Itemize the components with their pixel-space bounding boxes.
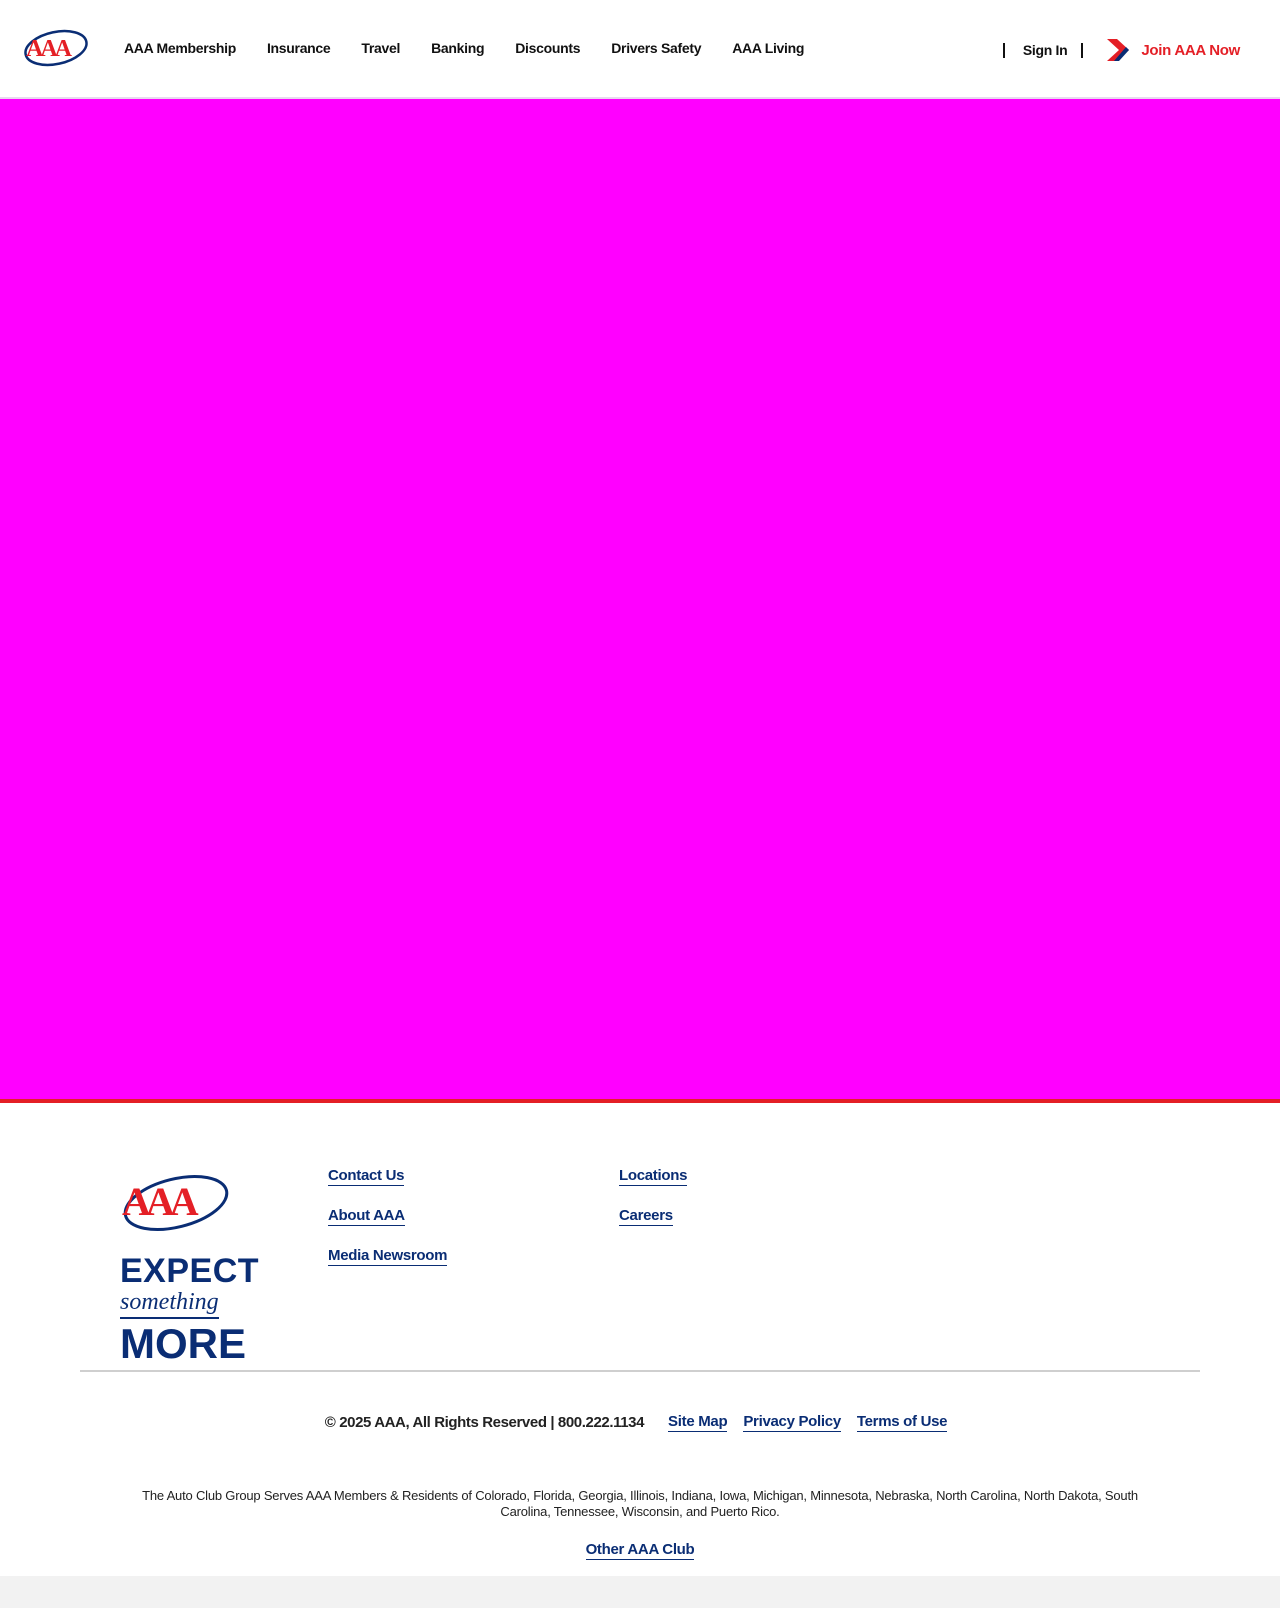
nav-insurance[interactable]: Insurance [267,40,331,56]
legal-row: © 2025 AAA, All Rights Reserved | 800.22… [0,1413,1280,1432]
footer-link-contact-us[interactable]: Contact Us [328,1167,404,1186]
copyright-text: © 2025 AAA, All Rights Reserved | 800.22… [324,1414,645,1431]
aaa-footer-logo[interactable]: AAA [120,1167,232,1239]
nav-aaa-living[interactable]: AAA Living [732,40,804,56]
separator [1002,42,1005,58]
nav-discounts[interactable]: Discounts [515,40,580,56]
tagline-more: MORE [120,1320,246,1367]
site-map-link[interactable]: Site Map [668,1413,728,1432]
tagline-something: something [120,1289,219,1319]
privacy-policy-link[interactable]: Privacy Policy [743,1413,841,1432]
tagline-expect: EXPECT [120,1252,260,1290]
join-aaa-button[interactable]: Join AAA Now [1105,37,1240,63]
terms-of-use-link[interactable]: Terms of Use [856,1413,948,1432]
svg-text:AAA: AAA [122,1179,199,1224]
other-aaa-club-link[interactable]: Other AAA Club [585,1541,695,1560]
header-actions: Sign In Join AAA Now [1002,37,1280,63]
site-header: AAA AAA Membership Insurance Travel Bank… [0,0,1280,99]
expect-something-more-tagline: EXPECT something MORE [120,1252,260,1367]
separator [1081,42,1084,58]
chevron-arrow-icon [1107,39,1130,61]
site-footer: AAA EXPECT something MORE Contact Us Abo… [0,1103,1280,1576]
nav-drivers-safety[interactable]: Drivers Safety [611,40,701,56]
hero-content-area [0,99,1280,1103]
nav-travel[interactable]: Travel [361,40,400,56]
main-nav: AAA Membership Insurance Travel Banking … [124,40,835,56]
nav-aaa-membership[interactable]: AAA Membership [124,40,236,56]
bottom-bar [0,1576,1280,1608]
svg-text:AAA: AAA [26,36,73,62]
footer-link-media-newsroom[interactable]: Media Newsroom [328,1247,447,1266]
footer-divider [80,1370,1200,1372]
aaa-logo[interactable]: AAA [22,26,94,70]
other-club-wrap: Other AAA Club [0,1541,1280,1560]
service-area-text: The Auto Club Group Serves AAA Members &… [142,1488,1138,1519]
footer-link-locations[interactable]: Locations [619,1167,687,1186]
footer-link-about-aaa[interactable]: About AAA [328,1207,405,1226]
join-label: Join AAA Now [1141,41,1240,59]
sign-in-link[interactable]: Sign In [1023,42,1068,58]
nav-banking[interactable]: Banking [431,40,484,56]
footer-link-careers[interactable]: Careers [619,1207,673,1226]
